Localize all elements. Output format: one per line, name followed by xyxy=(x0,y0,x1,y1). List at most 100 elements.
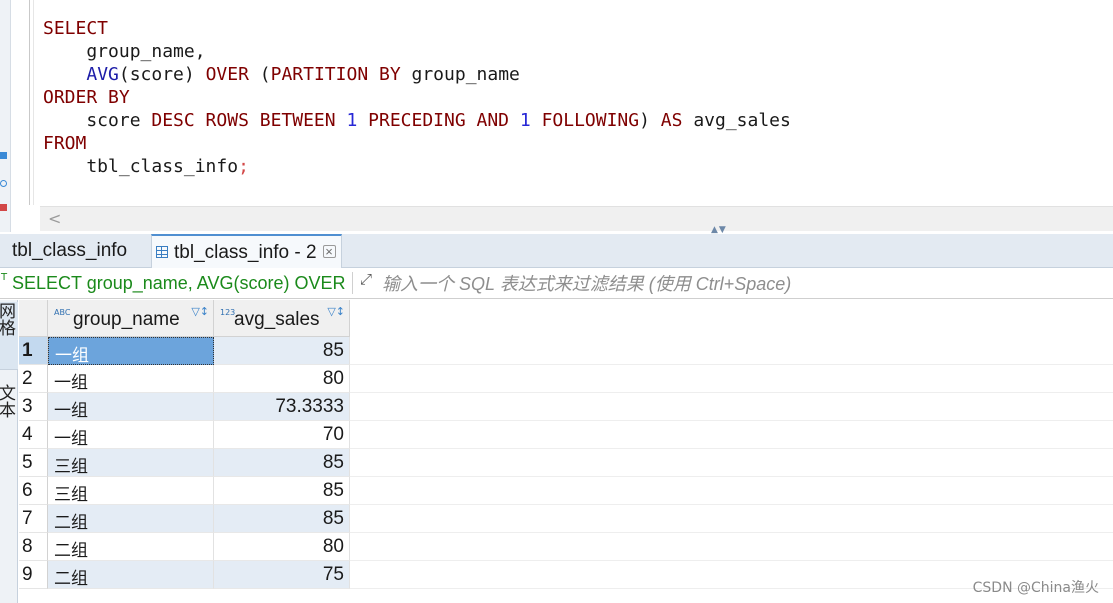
editor-ruler xyxy=(33,0,34,205)
gutter-marker-icon xyxy=(0,180,7,187)
row-number[interactable]: 7 xyxy=(19,505,48,533)
result-tabs: tbl_class_info tbl_class_info - 2 × xyxy=(0,234,1113,268)
row-number[interactable]: 5 xyxy=(19,449,48,477)
sql-token: ; xyxy=(238,156,249,177)
sql-keyword: SELECT xyxy=(43,18,109,39)
row-filler xyxy=(350,393,1113,421)
table-row[interactable]: 5 三组 85 xyxy=(19,449,1113,477)
cell-avg-sales[interactable]: 75 xyxy=(214,561,350,589)
horizontal-scrollbar[interactable]: < xyxy=(40,206,1113,231)
cell-group-name[interactable]: 二组 xyxy=(48,533,214,561)
sql-keyword: OVER xyxy=(205,64,249,85)
sql-keyword: PRECEDING AND xyxy=(368,110,510,131)
view-switcher: 网格 文本 xyxy=(0,300,18,603)
row-number[interactable]: 3 xyxy=(19,393,48,421)
close-icon[interactable]: × xyxy=(322,245,336,258)
row-number[interactable]: 6 xyxy=(19,477,48,505)
cell-group-name[interactable]: 三组 xyxy=(48,477,214,505)
code-line[interactable]: score DESC ROWS BETWEEN 1 PRECEDING AND … xyxy=(43,109,791,132)
editor-ruler xyxy=(29,0,30,205)
row-filler xyxy=(350,477,1113,505)
table-row[interactable]: 8 二组 80 xyxy=(19,533,1113,561)
row-number[interactable]: 4 xyxy=(19,421,48,449)
column-header-avg-sales[interactable]: 123 avg_sales ▽↕ xyxy=(214,300,350,337)
sql-keyword: AS xyxy=(660,110,683,131)
column-label: group_name xyxy=(73,309,180,330)
cell-avg-sales[interactable]: 85 xyxy=(214,449,350,477)
sql-number: 1 xyxy=(346,110,358,131)
code-line[interactable]: FROM xyxy=(43,132,791,155)
table-row[interactable]: 3 一组 73.3333 xyxy=(19,393,1113,421)
filter-sort-icon[interactable]: ▽↕ xyxy=(327,305,345,318)
row-number[interactable]: 8 xyxy=(19,533,48,561)
code-line[interactable]: AVG(score) OVER (PARTITION BY group_name xyxy=(43,63,791,86)
cell-avg-sales[interactable]: 70 xyxy=(214,421,350,449)
column-header-group-name[interactable]: ABC group_name ▽↕ xyxy=(48,300,214,337)
table-row[interactable]: 1 一组 85 xyxy=(19,337,1113,366)
row-number-header[interactable] xyxy=(19,300,48,337)
row-number[interactable]: 9 xyxy=(19,561,48,589)
text-type-icon: T xyxy=(1,272,8,283)
gutter-marker-icon xyxy=(0,152,7,159)
cell-avg-sales[interactable]: 85 xyxy=(214,505,350,533)
table-row[interactable]: 2 一组 80 xyxy=(19,365,1113,393)
watermark: CSDN @China渔火 xyxy=(972,580,1099,596)
cell-group-name[interactable]: 一组 xyxy=(48,365,214,393)
code-line[interactable]: tbl_class_info; xyxy=(43,155,791,178)
cell-group-name[interactable]: 二组 xyxy=(48,505,214,533)
sql-function: AVG xyxy=(86,64,119,85)
sql-code[interactable]: SELECT group_name, AVG(score) OVER (PART… xyxy=(43,17,791,178)
table-row[interactable]: 9 二组 75 xyxy=(19,561,1113,589)
cell-group-name[interactable]: 一组 xyxy=(48,393,214,421)
sql-token: group_name xyxy=(400,64,520,85)
cell-group-name[interactable]: 一组 xyxy=(48,337,214,366)
result-grid[interactable]: ABC group_name ▽↕ 123 avg_sales ▽↕ 1 一组 85… xyxy=(19,300,1113,603)
code-line[interactable]: group_name, xyxy=(43,40,791,63)
sql-token: (score) xyxy=(118,64,206,85)
cell-avg-sales[interactable]: 85 xyxy=(214,337,350,365)
cell-group-name[interactable]: 一组 xyxy=(48,421,214,449)
row-filler xyxy=(350,505,1113,533)
cell-avg-sales[interactable]: 73.3333 xyxy=(214,393,350,421)
row-filler xyxy=(350,365,1113,393)
editor-gutter xyxy=(0,0,11,232)
tab-tbl-class-info[interactable]: tbl_class_info xyxy=(12,234,147,268)
row-number[interactable]: 2 xyxy=(19,365,48,393)
grid-header: ABC group_name ▽↕ 123 avg_sales ▽↕ xyxy=(19,300,1113,337)
code-line[interactable]: SELECT xyxy=(43,17,791,40)
cell-avg-sales[interactable]: 85 xyxy=(214,477,350,505)
side-tab-grid[interactable]: 网格 xyxy=(0,302,18,370)
number-type-icon: 123 xyxy=(220,308,236,317)
cell-group-name[interactable]: 三组 xyxy=(48,449,214,477)
row-filler xyxy=(350,337,1113,365)
filter-bar: T SELECT group_name, AVG(score) OVER (PA… xyxy=(0,268,1113,299)
filter-input[interactable] xyxy=(382,272,1102,296)
query-summary[interactable]: SELECT group_name, AVG(score) OVER (PART… xyxy=(12,273,349,294)
tab-label: tbl_class_info - 2 xyxy=(174,242,317,263)
sql-keyword: FROM xyxy=(43,133,87,154)
table-row[interactable]: 7 二组 85 xyxy=(19,505,1113,533)
table-row[interactable]: 6 三组 85 xyxy=(19,477,1113,505)
sql-editor[interactable]: SELECT group_name, AVG(score) OVER (PART… xyxy=(0,0,1113,235)
code-line[interactable]: ORDER BY xyxy=(43,86,791,109)
grid-icon xyxy=(156,246,168,258)
sql-keyword: PARTITION BY xyxy=(270,64,401,85)
scroll-left-icon[interactable]: < xyxy=(48,209,61,228)
expand-icon[interactable]: ⤢ xyxy=(360,270,372,288)
sql-keyword: FOLLOWING xyxy=(541,110,640,131)
cell-group-name[interactable]: 二组 xyxy=(48,561,214,589)
cell-avg-sales[interactable]: 80 xyxy=(214,533,350,561)
sql-number: 1 xyxy=(519,110,531,131)
divider xyxy=(352,272,353,294)
filter-sort-icon[interactable]: ▽↕ xyxy=(191,305,209,318)
row-number[interactable]: 1 xyxy=(19,337,48,365)
cell-avg-sales[interactable]: 80 xyxy=(214,365,350,393)
column-label: avg_sales xyxy=(234,309,320,330)
tab-tbl-class-info-2[interactable]: tbl_class_info - 2 × xyxy=(151,234,342,268)
sql-token: group_name, xyxy=(43,41,206,62)
table-row[interactable]: 4 一组 70 xyxy=(19,421,1113,449)
side-tab-text[interactable]: 文本 xyxy=(0,384,18,444)
